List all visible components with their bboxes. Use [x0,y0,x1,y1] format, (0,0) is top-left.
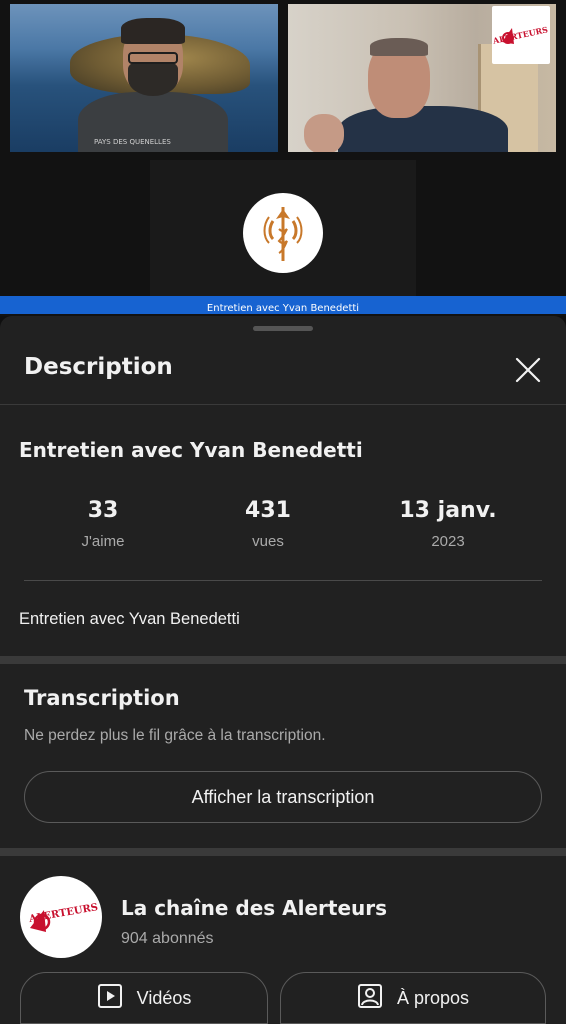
channel-videos-label: Vidéos [136,987,192,1008]
show-transcript-button[interactable]: Afficher la transcription [24,771,542,823]
close-icon [515,357,541,383]
logo-watermark-text: ALERTEURS [492,24,549,46]
channel-avatar-text: ALERTEURS [27,902,99,925]
drag-handle[interactable] [253,326,313,331]
video-stats: 33 J'aime 431 vues 13 janv. 2023 [0,498,566,558]
likes-count: 33 [87,498,119,523]
close-button[interactable] [508,350,548,390]
show-transcript-label: Afficher la transcription [191,786,375,807]
section-divider [0,656,566,664]
views-label: vues [252,533,284,550]
header-divider [0,404,566,405]
description-sheet: Description Entretien avec Yvan Benedett… [0,316,566,1024]
stat-likes: 33 J'aime [23,498,183,550]
views-count: 431 [245,498,291,523]
emblem-logo [243,193,323,273]
description-text: Entretien avec Yvan Benedetti [19,610,240,628]
channel-about-button[interactable]: À propos [280,972,546,1024]
participant-host [78,18,228,152]
participant-video-left: PAYS DES QUENELLES [10,4,278,152]
play-box-icon [97,983,123,1014]
participant-video-right: ALERTEURS [288,4,556,152]
transcription-title: Transcription [24,686,180,710]
channel-about-label: À propos [396,987,470,1008]
section-divider [0,848,566,856]
stat-views: 431 vues [188,498,348,550]
person-box-icon [357,983,383,1014]
publish-year: 2023 [431,533,465,550]
publish-date: 13 janv. [399,498,497,523]
channel-subscribers: 904 abonnés [121,930,214,947]
channel-avatar[interactable]: ALERTEURS [20,876,102,958]
video-caption: Entretien avec Yvan Benedetti [206,303,360,314]
channel-name[interactable]: La chaîne des Alerteurs [121,896,387,920]
likes-label: J'aime [81,533,125,550]
stat-date: 13 janv. 2023 [368,498,528,550]
transcription-subtitle: Ne perdez plus le fil grâce à la transcr… [24,727,326,744]
sheet-title: Description [24,354,173,380]
video-player[interactable]: PAYS DES QUENELLES ALERTEURS Entretien a… [0,0,566,316]
shirt-text: PAYS DES QUENELLES [94,138,171,146]
sheet-header: Description [0,340,566,404]
channel-logo-watermark: ALERTEURS [491,6,550,64]
video-title: Entretien avec Yvan Benedetti [19,438,363,462]
stats-divider [24,580,542,581]
video-caption-bar: Entretien avec Yvan Benedetti [0,296,566,314]
participant-guest [298,34,508,152]
channel-videos-button[interactable]: Vidéos [20,972,268,1024]
